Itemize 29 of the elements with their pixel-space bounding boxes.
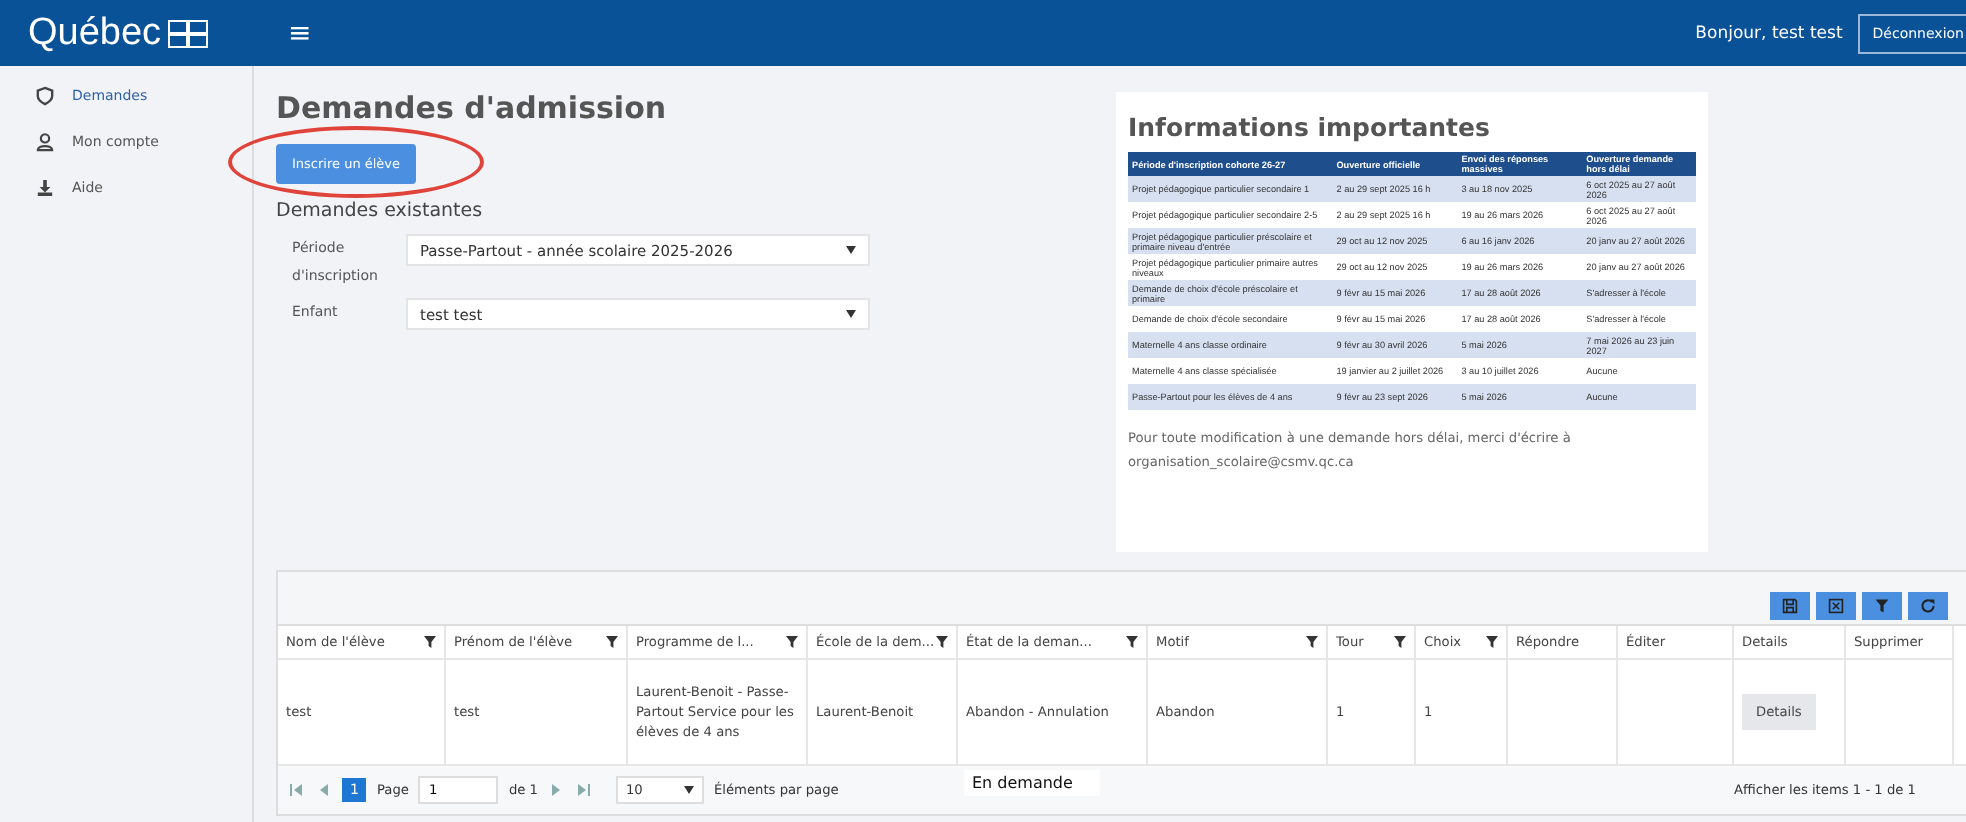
caret-icon xyxy=(846,310,856,318)
filter-icon[interactable] xyxy=(786,636,798,648)
person-icon xyxy=(36,131,54,151)
page-title: Demandes d'admission xyxy=(276,90,669,126)
filter-icon[interactable] xyxy=(1486,636,1498,648)
toolbar-button[interactable] xyxy=(1770,592,1810,620)
filter-icon xyxy=(1874,598,1890,614)
greeting-text: Bonjour, test test xyxy=(1695,23,1843,43)
spreadsheet-icon xyxy=(1828,598,1844,614)
filter-icon[interactable] xyxy=(1126,636,1138,648)
filter-icon[interactable] xyxy=(424,636,436,648)
filter-icon[interactable] xyxy=(1394,636,1406,648)
caret-icon xyxy=(846,246,856,254)
logo-text: Québec xyxy=(28,11,162,55)
section-title: Demandes existantes xyxy=(276,200,485,222)
filter-icon[interactable] xyxy=(936,636,948,648)
shield-icon xyxy=(36,85,54,105)
toolbar-button[interactable] xyxy=(1816,592,1856,620)
menu-button[interactable]: ≡ xyxy=(288,17,312,49)
filter-icon[interactable] xyxy=(606,636,618,648)
refresh-icon xyxy=(1920,598,1936,614)
toolbar-button[interactable] xyxy=(1862,592,1902,620)
save-icon xyxy=(1782,598,1798,614)
download-icon xyxy=(36,177,54,197)
info-title: Informations importantes xyxy=(1128,112,1492,142)
filter-icon[interactable] xyxy=(1306,636,1318,648)
caret-icon xyxy=(683,786,694,794)
toolbar-button[interactable] xyxy=(1908,592,1948,620)
status-label: En demande xyxy=(964,770,1100,796)
